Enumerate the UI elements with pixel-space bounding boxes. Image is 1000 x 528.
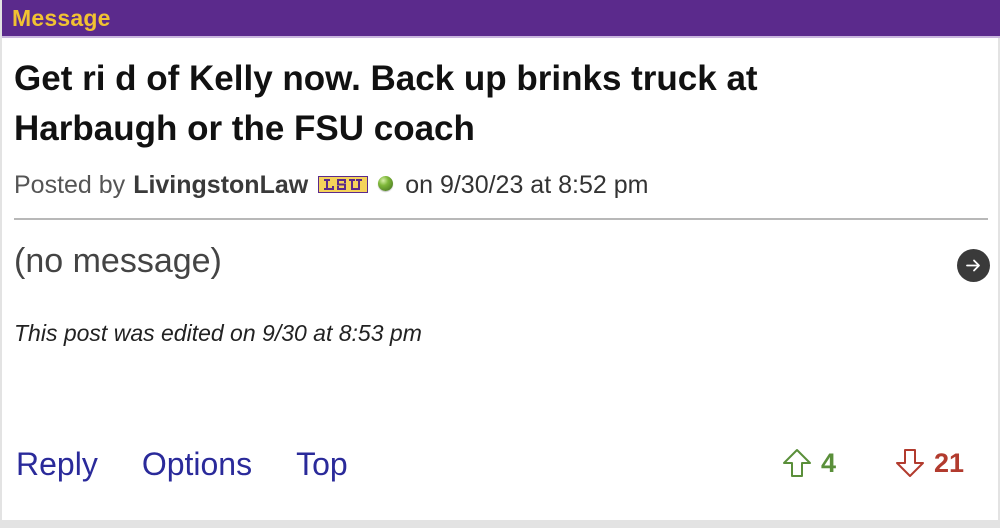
- upvote-count: 4: [821, 447, 837, 478]
- divider: [14, 218, 988, 220]
- thumb-down-arrow-icon: [896, 449, 924, 477]
- downvote-count: 21: [934, 447, 965, 478]
- online-status-icon: [378, 176, 394, 191]
- reply-link[interactable]: Reply: [16, 446, 98, 483]
- post-date: on 9/30/23 at 8:52 pm: [405, 171, 649, 199]
- next-post-button[interactable]: [957, 249, 990, 282]
- posted-by-label: Posted by: [14, 171, 126, 199]
- options-link[interactable]: Options: [142, 446, 252, 483]
- message-view: Message Get ri d of Kelly now. Back up b…: [0, 0, 1000, 528]
- bottom-border: [2, 520, 1000, 528]
- downvote-button[interactable]: 21: [894, 447, 964, 479]
- author-link[interactable]: LivingstonLaw: [133, 171, 308, 200]
- arrow-right-icon: [966, 259, 980, 272]
- post-body: (no message): [14, 242, 222, 280]
- edited-note: This post was edited on 9/30 at 8:53 pm: [14, 320, 422, 346]
- post-meta: Posted by LivingstonLaw on 9/30/23 at 8:…: [14, 171, 648, 200]
- lsu-logo-icon: [318, 176, 369, 193]
- thumb-up-arrow-icon: [783, 449, 811, 477]
- upvote-button[interactable]: 4: [781, 447, 836, 479]
- post-title: Get ri d of Kelly now. Back up brinks tr…: [14, 59, 758, 148]
- post-actions: Reply Options Top: [16, 446, 348, 483]
- top-link[interactable]: Top: [296, 446, 348, 483]
- message-header-bar: Message: [2, 0, 1000, 38]
- header-label: Message: [12, 5, 111, 31]
